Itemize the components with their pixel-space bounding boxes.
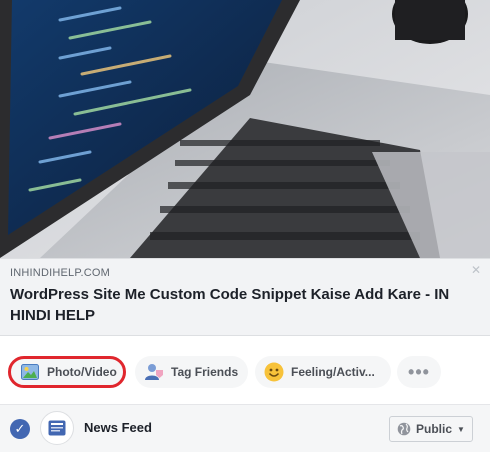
feeling-activity-button[interactable]: Feeling/Activ... [255,356,391,388]
more-options-button[interactable]: ••• [397,356,441,388]
composer-actions: Photo/Video Tag Friends Feeling/Activ...… [0,336,490,404]
news-feed-icon [40,411,74,445]
globe-icon [397,422,411,436]
feeling-activity-label: Feeling/Activ... [291,365,375,379]
link-domain: INHINDIHELP.COM [10,267,110,279]
smiley-icon [264,362,284,382]
news-feed-label: News Feed [84,420,152,435]
photo-video-label: Photo/Video [47,365,117,379]
photo-video-button[interactable]: Photo/Video [8,356,126,388]
tag-friends-icon [144,362,164,382]
link-preview[interactable]: INHINDIHELP.COM WordPress Site Me Custom… [0,258,490,336]
audience-selector[interactable]: Public ▼ [389,416,473,442]
share-composer: INHINDIHELP.COM WordPress Site Me Custom… [0,0,490,452]
laptop-photo [0,0,490,258]
chevron-down-icon: ▼ [457,424,465,434]
close-icon[interactable]: ✕ [470,264,482,276]
link-title[interactable]: WordPress Site Me Custom Code Snippet Ka… [10,284,470,326]
audience-label: Public [416,422,453,436]
tag-friends-button[interactable]: Tag Friends [135,356,248,388]
link-preview-image[interactable] [0,0,490,258]
tag-friends-label: Tag Friends [171,365,239,379]
photo-icon [20,362,40,382]
composer-footer: ✓ News Feed Public ▼ [0,404,490,452]
checkmark-icon[interactable]: ✓ [10,419,30,439]
more-icon: ••• [408,361,430,382]
